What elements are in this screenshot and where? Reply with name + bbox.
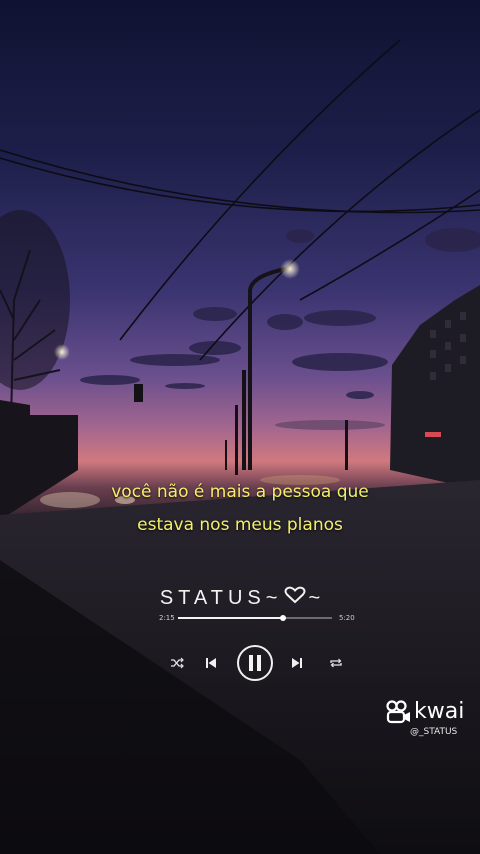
shuffle-icon [171,657,184,669]
repeat-button[interactable] [327,654,345,672]
kwai-watermark: kwai [386,697,472,727]
song-title-suffix: ~ [308,587,321,609]
progress-bar[interactable] [178,615,332,621]
next-button[interactable] [288,654,306,672]
total-duration: 5:20 [339,614,355,622]
progress-bar-knob[interactable] [279,615,286,621]
kwai-brand-text: kwai [414,699,465,724]
video-frame: você não é mais a pessoa que estava nos … [0,0,480,854]
skip-next-icon [292,658,302,668]
elapsed-time: 2:15 [159,614,175,622]
previous-button[interactable] [202,654,220,672]
repeat-icon [330,658,342,668]
play-pause-button[interactable] [237,645,273,681]
lyric-caption-line-2: estava nos meus planos [137,515,343,535]
lyric-caption-line-1: você não é mais a pessoa que [111,482,369,502]
shuffle-button[interactable] [168,654,186,672]
heart-outline-icon [284,586,306,610]
kwai-logo-icon [386,700,410,724]
skip-previous-icon [206,658,216,668]
song-title: STATUS~ ~ [0,586,480,610]
song-title-text: STATUS~ [159,587,283,609]
pause-icon [249,655,261,671]
progress-bar-fill [178,617,283,619]
creator-handle: @_STATUS [410,727,458,737]
